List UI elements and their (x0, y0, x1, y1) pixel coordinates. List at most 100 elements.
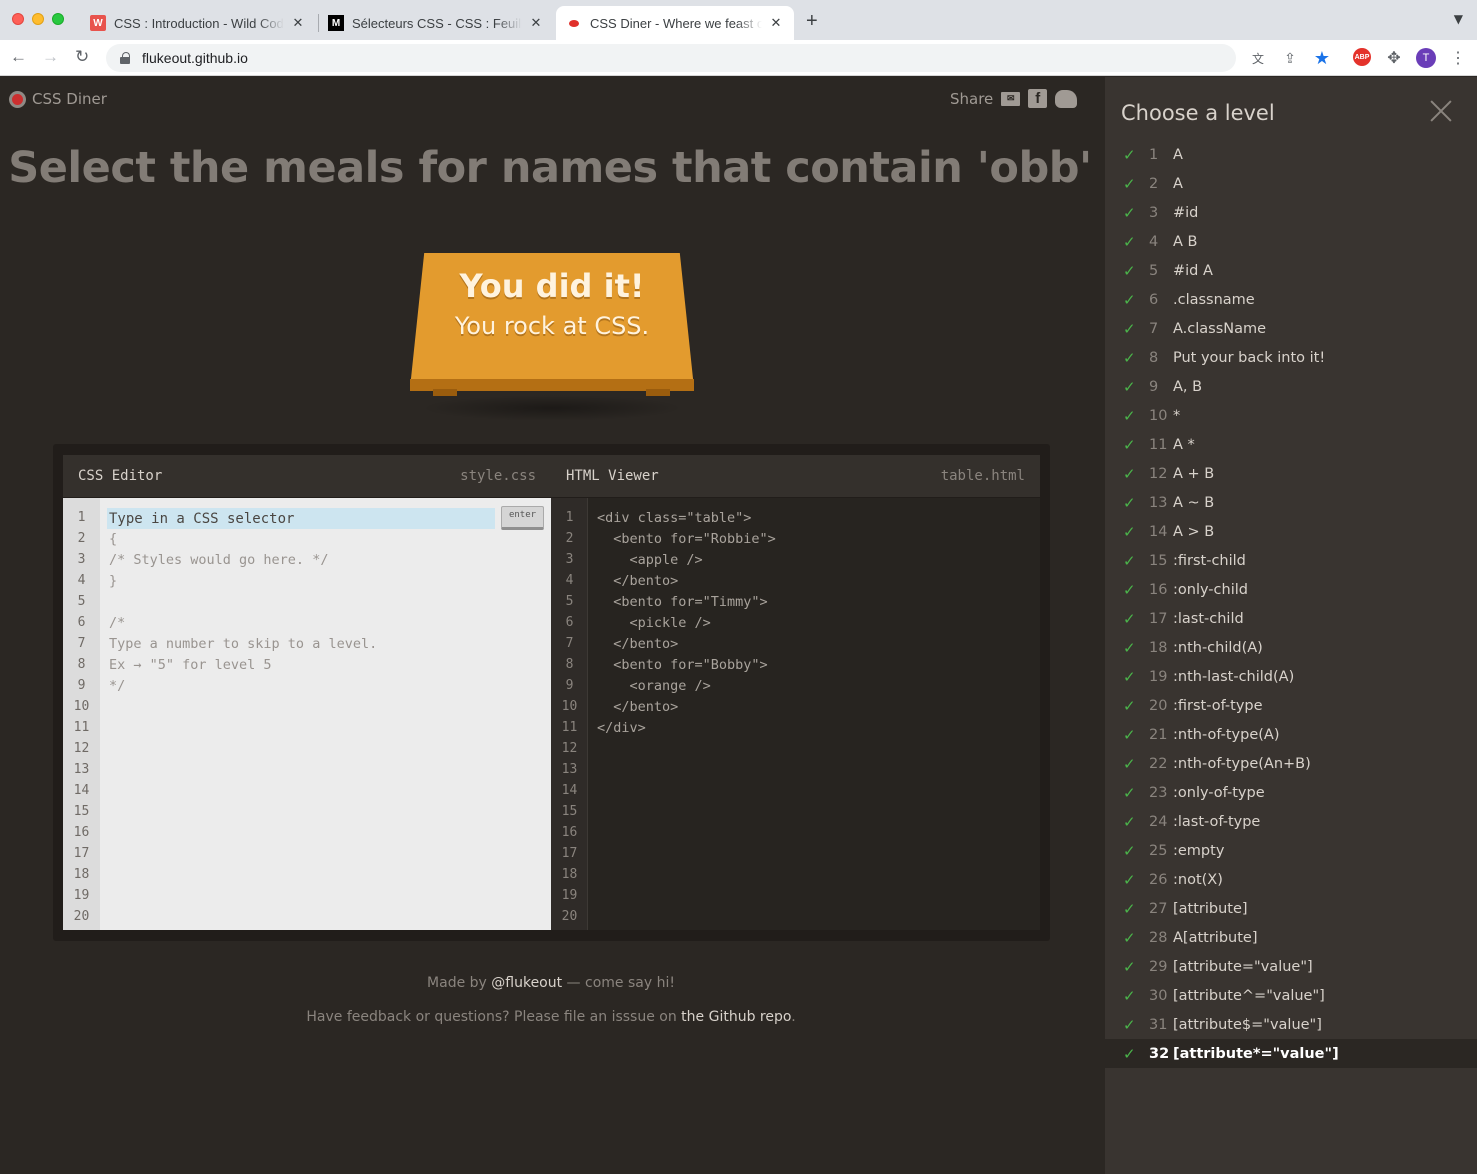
checkmark-icon: ✓ (1123, 696, 1136, 715)
level-item[interactable]: ✓ 17:last-child (1105, 604, 1477, 633)
bookmark-star-icon[interactable]: ★ (1312, 48, 1332, 68)
level-item[interactable]: ✓ 10 * (1105, 401, 1477, 430)
level-name: :last-child (1173, 610, 1244, 627)
markup-line[interactable]: </bento> (597, 573, 678, 589)
level-item[interactable]: ✓ 8 Put your back into it! (1105, 343, 1477, 372)
close-icon[interactable] (1427, 97, 1455, 125)
level-name: :only-of-type (1173, 784, 1265, 801)
markup-line[interactable]: <bento for="Bobby"> (597, 657, 767, 673)
level-item[interactable]: ✓ 12 A + B (1105, 459, 1477, 488)
line-number: 4 (565, 573, 574, 588)
translate-icon[interactable]: 文 (1248, 48, 1268, 68)
close-window-button[interactable] (12, 13, 24, 25)
level-item[interactable]: ✓ 9 A, B (1105, 372, 1477, 401)
line-number: 10 (561, 699, 578, 714)
share-page-icon[interactable]: ⇪ (1280, 48, 1300, 68)
browser-menu-icon[interactable]: ⋮ (1448, 48, 1468, 68)
level-item[interactable]: ✓ 3 #id (1105, 198, 1477, 227)
maximize-window-button[interactable] (52, 13, 64, 25)
checkmark-icon: ✓ (1123, 261, 1136, 280)
level-item[interactable]: ✓ 29 [attribute="value"] (1105, 952, 1477, 981)
level-item[interactable]: ✓ 28 A[attribute] (1105, 923, 1477, 952)
level-item[interactable]: ✓ 16:only-child (1105, 575, 1477, 604)
minimize-window-button[interactable] (32, 13, 44, 25)
level-number: 16 (1149, 581, 1168, 598)
level-item[interactable]: ✓ 2 A (1105, 169, 1477, 198)
css-selector-input[interactable] (107, 508, 495, 529)
level-number: 4 (1149, 233, 1159, 250)
close-tab-icon[interactable]: ✕ (528, 15, 544, 31)
markup-line[interactable]: <div class="table"> (597, 510, 751, 526)
browser-tab-css-diner[interactable]: CSS Diner - Where we feast on CSS select… (556, 6, 794, 40)
line-number: 18 (73, 867, 90, 882)
line-number: 18 (561, 867, 578, 882)
line-number: 17 (561, 846, 578, 861)
github-repo-link[interactable]: the Github repo (681, 1009, 791, 1025)
level-item[interactable]: ✓ 31 [attribute$="value"] (1105, 1010, 1477, 1039)
profile-avatar[interactable]: T (1416, 48, 1436, 68)
css-editor-header: CSS Editor style.css (63, 455, 551, 497)
level-name: :nth-of-type(A) (1173, 726, 1280, 743)
level-item[interactable]: ✓ 6 .classname (1105, 285, 1477, 314)
reload-icon[interactable]: ↻ (75, 47, 89, 67)
level-item[interactable]: ✓ 32 [attribute*="value"] (1105, 1039, 1477, 1068)
twitter-icon[interactable] (1055, 89, 1078, 108)
extensions-puzzle-icon[interactable]: ✥ (1384, 48, 1404, 68)
close-tab-icon[interactable]: ✕ (290, 15, 306, 31)
close-tab-icon[interactable]: ✕ (768, 15, 784, 31)
email-icon[interactable]: ✉ (1001, 91, 1021, 106)
level-name: [attribute^="value"] (1173, 987, 1325, 1004)
code-line: Ex → "5" for level 5 (109, 657, 272, 673)
flukeout-link[interactable]: @flukeout (491, 975, 562, 991)
markup-line[interactable]: <bento for="Timmy"> (597, 594, 767, 610)
level-item[interactable]: ✓ 4 A B (1105, 227, 1477, 256)
tab-title: Sélecteurs CSS - CSS : Feuilles de style (352, 15, 522, 31)
enter-button[interactable]: enter (501, 506, 544, 530)
level-item[interactable]: ✓ 15:first-child (1105, 546, 1477, 575)
level-item[interactable]: ✓ 1 A (1105, 140, 1477, 169)
level-item[interactable]: ✓ 26:not(X) (1105, 865, 1477, 894)
markup-line[interactable]: </div> (597, 720, 646, 736)
level-item[interactable]: ✓ 7 A.className (1105, 314, 1477, 343)
level-item[interactable]: ✓ 22:nth-of-type(An+B) (1105, 749, 1477, 778)
adblock-plus-icon[interactable]: ABP (1353, 48, 1371, 66)
wild-code-school-icon: W (90, 15, 106, 31)
line-number: 12 (73, 741, 90, 756)
back-arrow-icon[interactable]: ← (10, 47, 27, 67)
new-tab-button[interactable]: + (806, 10, 818, 33)
level-number: 18 (1149, 639, 1168, 656)
markup-line[interactable]: </bento> (597, 699, 678, 715)
level-item[interactable]: ✓ 24:last-of-type (1105, 807, 1477, 836)
level-item[interactable]: ✓ 30 [attribute^="value"] (1105, 981, 1477, 1010)
level-number: 12 (1149, 465, 1168, 482)
logo[interactable]: CSS Diner (9, 90, 107, 108)
address-bar[interactable]: flukeout.github.io (106, 44, 1236, 72)
facebook-icon[interactable]: f (1028, 89, 1048, 108)
markup-line[interactable]: </bento> (597, 636, 678, 652)
level-item[interactable]: ✓ 5 #id A (1105, 256, 1477, 285)
level-menu: Choose a level ✓ 1 A ✓ 2 A ✓ 3 #id ✓ 4 A B ✓ 5 #id A ✓ 6… (1105, 77, 1477, 1174)
level-item[interactable]: ✓ 27 [attribute] (1105, 894, 1477, 923)
tab-search-chevron-icon[interactable]: ▼ (1454, 12, 1463, 26)
level-item[interactable]: ✓ 25:empty (1105, 836, 1477, 865)
browser-tab-mdn[interactable]: M Sélecteurs CSS - CSS : Feuilles de sty… (318, 6, 554, 40)
forward-arrow-icon[interactable]: → (42, 47, 59, 67)
markup-line[interactable]: <apple /> (597, 552, 703, 568)
level-item[interactable]: ✓ 11 A * (1105, 430, 1477, 459)
footer-feedback: Have feedback or questions? Please file … (0, 1009, 1102, 1025)
browser-tab-wild-code-school[interactable]: W CSS : Introduction - Wild Code School … (80, 6, 316, 40)
markup-line[interactable]: <bento for="Robbie"> (597, 531, 776, 547)
level-item[interactable]: ✓ 19:nth-last-child(A) (1105, 662, 1477, 691)
level-item[interactable]: ✓ 14 A > B (1105, 517, 1477, 546)
markup-line[interactable]: <pickle /> (597, 615, 711, 631)
line-number: 10 (73, 699, 90, 714)
level-item[interactable]: ✓ 23:only-of-type (1105, 778, 1477, 807)
markup-line[interactable]: <orange /> (597, 678, 711, 694)
level-item[interactable]: ✓ 13 A ~ B (1105, 488, 1477, 517)
level-item[interactable]: ✓ 18:nth-child(A) (1105, 633, 1477, 662)
logo-text: CSS Diner (32, 90, 107, 108)
level-item[interactable]: ✓ 21:nth-of-type(A) (1105, 720, 1477, 749)
checkmark-icon: ✓ (1123, 1044, 1136, 1063)
level-item[interactable]: ✓ 20:first-of-type (1105, 691, 1477, 720)
level-name: :nth-last-child(A) (1173, 668, 1295, 685)
